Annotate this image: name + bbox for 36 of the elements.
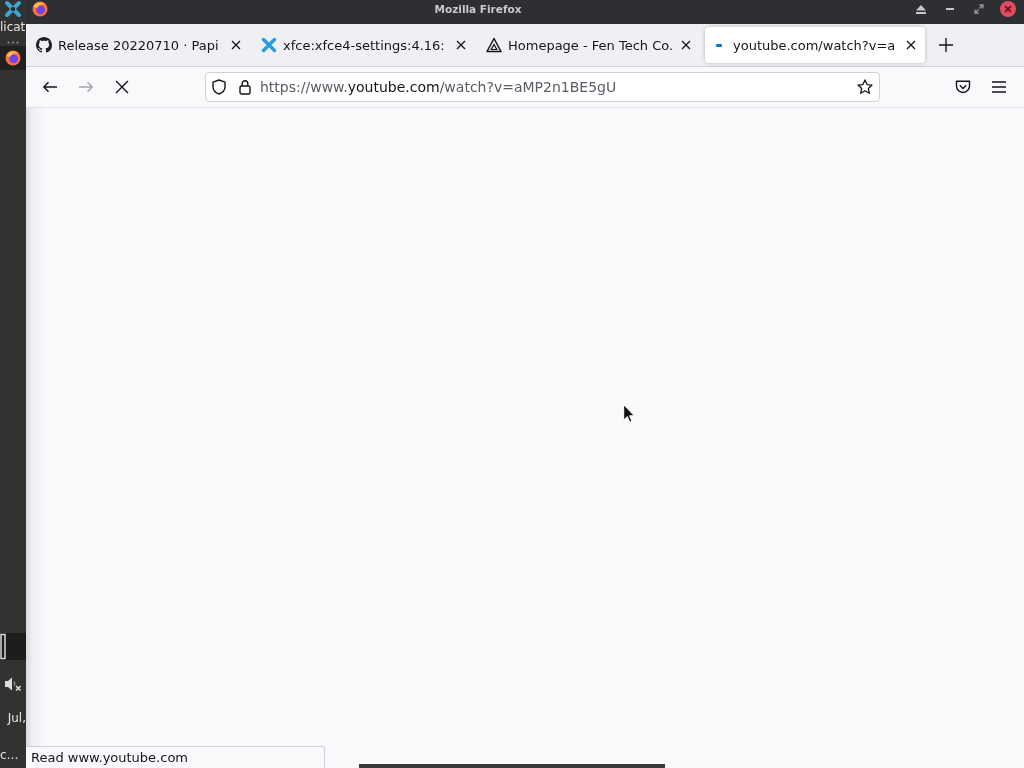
clock-text: Jul,: [7, 710, 26, 726]
taskbar-button[interactable]: [0, 46, 26, 70]
close-icon: [906, 40, 916, 50]
minimize-icon: [946, 8, 954, 10]
window-title: Mozilla Firefox: [434, 2, 522, 16]
firefox-icon: [5, 50, 21, 66]
shield-icon: [212, 79, 226, 95]
forward-arrow-icon: [78, 81, 94, 93]
clock-text: c…: [0, 747, 19, 763]
cross-icon: [115, 80, 129, 94]
close-icon: [231, 40, 241, 50]
app-menu-label[interactable]: licat: [0, 20, 26, 34]
chevron-shield-icon: [955, 80, 971, 94]
url-text[interactable]: https://www.youtube.com/watch?v=aMP2n1BE5gU: [260, 79, 617, 95]
browser-tab[interactable]: xfce:xfce4-settings:4.16:: [255, 27, 475, 63]
lock-icon: [239, 79, 251, 95]
firefox-icon: [32, 1, 48, 17]
plus-icon: [939, 38, 953, 52]
close-icon: [681, 40, 691, 50]
app-menu-icon[interactable]: [4, 0, 22, 18]
restore-icon: [974, 4, 984, 14]
muted-speaker-icon[interactable]: [4, 675, 22, 693]
address-bar[interactable]: https://www.youtube.com/watch?v=aMP2n1BE5gU: [205, 72, 880, 102]
drag-handle-icon: [7, 41, 19, 44]
menu-icon: [992, 81, 1006, 93]
close-icon: [1000, 1, 1016, 17]
close-icon: [456, 40, 466, 50]
workspace-pager[interactable]: [0, 633, 26, 660]
eject-icon: [916, 4, 926, 14]
back-arrow-icon: [42, 81, 58, 93]
cursor-icon: [623, 404, 635, 423]
browser-tab[interactable]: Homepage - Fen Tech Co.: [480, 27, 700, 63]
browser-tab[interactable]: youtube.com/watch?v=a: [705, 27, 925, 63]
browser-tab[interactable]: Release 20220710 · Papi: [30, 27, 250, 63]
status-text: Read www.youtube.com: [26, 746, 325, 768]
star-icon[interactable]: [857, 79, 873, 95]
